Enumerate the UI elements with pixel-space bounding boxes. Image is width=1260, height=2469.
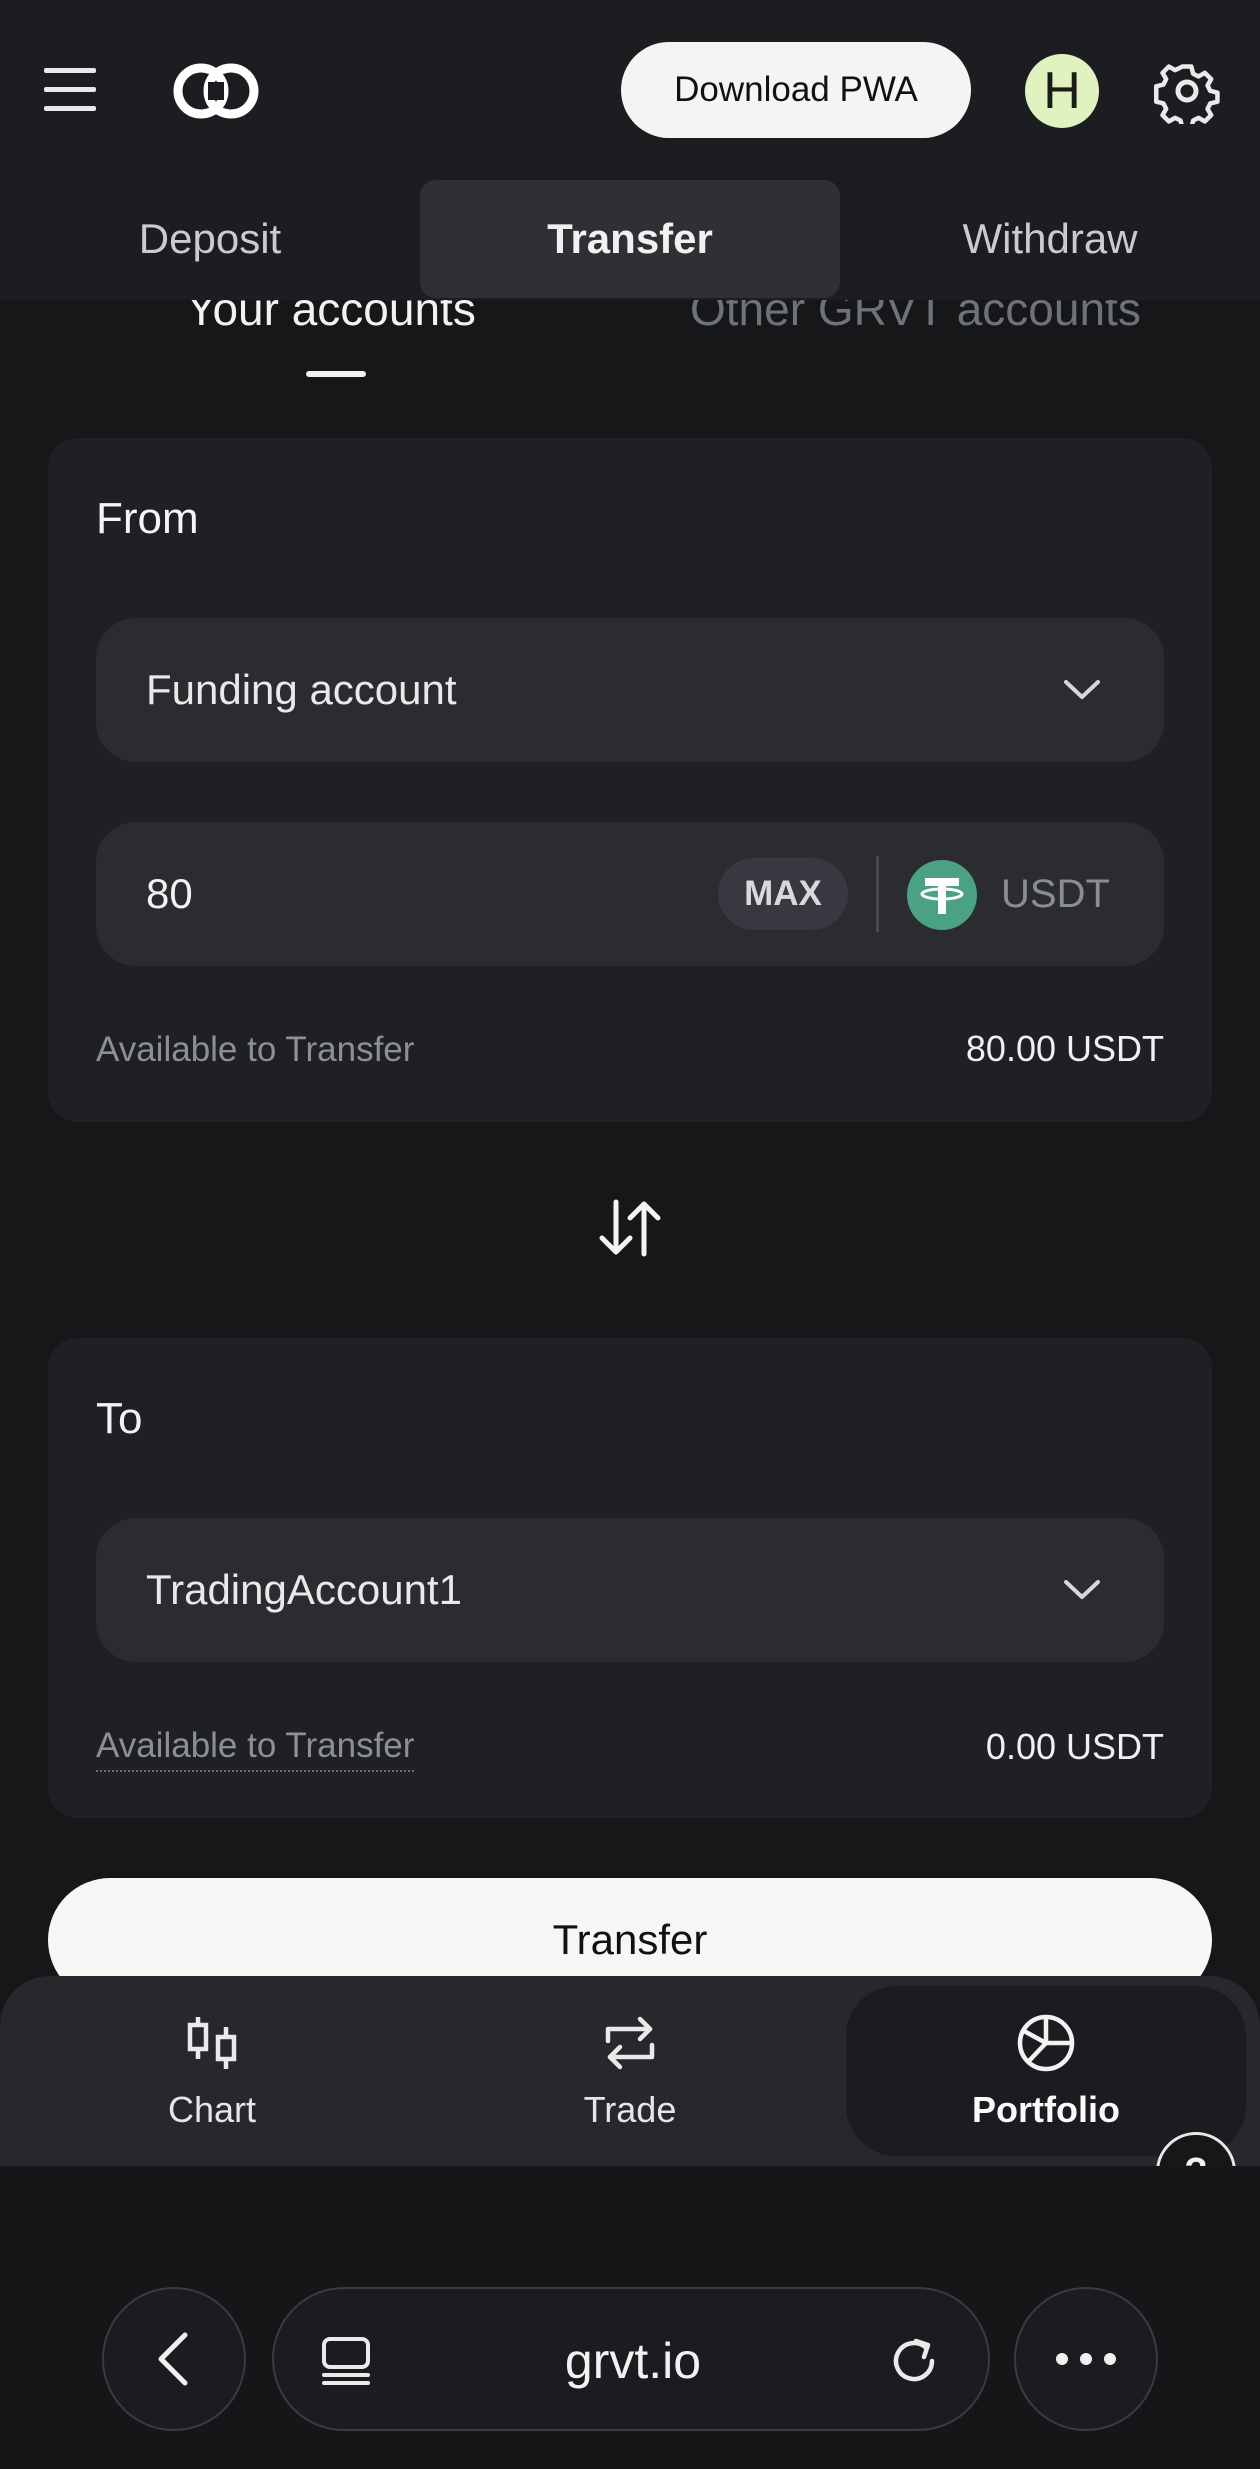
nav-label-chart: Chart [167, 2089, 257, 2130]
reload-icon[interactable] [886, 2331, 946, 2391]
url-text: grvt.io [564, 2333, 702, 2389]
divider [876, 856, 879, 932]
chevron-down-icon [1064, 680, 1100, 699]
from-available-label: Available to Transfer [96, 1030, 415, 1069]
hamburger-menu-icon[interactable] [40, 62, 100, 118]
address-bar[interactable]: grvt.io [272, 2287, 990, 2431]
more-dots-icon [1056, 2353, 1116, 2365]
nav-label-trade: Trade [583, 2089, 677, 2130]
from-card: From Funding account 80 MAX USDT Availab… [48, 438, 1212, 1122]
nav-item-chart[interactable]: Chart [12, 1986, 412, 2156]
tab-deposit[interactable]: Deposit [0, 180, 420, 298]
avatar[interactable]: H [1025, 54, 1099, 128]
subtab-active-indicator [306, 371, 366, 377]
app-header: Download PWA H Deposit Transfer Withdraw [0, 0, 1260, 300]
bottom-nav: Chart Trade Portfolio [0, 1976, 1260, 2166]
from-account-label: Funding account [146, 666, 457, 713]
to-account-select[interactable]: TradingAccount1 [96, 1518, 1164, 1662]
pie-chart-icon [1017, 2014, 1075, 2072]
repeat-icon [605, 2016, 655, 2070]
to-title: To [96, 1394, 143, 1443]
nav-item-portfolio[interactable]: Portfolio [846, 1986, 1246, 2156]
nav-label-portfolio: Portfolio [972, 2089, 1120, 2130]
to-card: To TradingAccount1 Available to Transfer… [48, 1338, 1212, 1818]
max-button[interactable]: MAX [718, 858, 848, 930]
nav-item-trade[interactable]: Trade [430, 1986, 830, 2156]
tab-transfer[interactable]: Transfer [420, 180, 840, 298]
tether-icon [907, 860, 977, 930]
grvt-logo-icon[interactable] [168, 58, 264, 124]
amount-input[interactable]: 80 [146, 822, 193, 966]
transfer-tabs: Deposit Transfer Withdraw [0, 180, 1260, 300]
tab-withdraw[interactable]: Withdraw [840, 180, 1260, 298]
currency-label: USDT [1001, 871, 1110, 916]
to-available-value: 0.00 USDT [985, 1726, 1164, 1767]
gear-icon[interactable] [1154, 58, 1220, 124]
candlestick-icon [187, 2017, 237, 2069]
from-account-select[interactable]: Funding account [96, 618, 1164, 762]
browser-more-button[interactable] [1014, 2287, 1158, 2431]
to-account-label: TradingAccount1 [146, 1566, 462, 1613]
from-available-value: 80.00 USDT [965, 1028, 1164, 1069]
from-title: From [96, 494, 199, 543]
chevron-down-icon [1064, 1580, 1100, 1599]
download-pwa-button[interactable]: Download PWA [621, 42, 971, 138]
browser-back-button[interactable] [102, 2287, 246, 2431]
amount-field[interactable]: 80 MAX USDT [96, 822, 1164, 966]
chevron-left-icon [158, 2332, 188, 2386]
to-available-label[interactable]: Available to Transfer [96, 1726, 415, 1772]
swap-arrows-icon[interactable] [596, 1196, 664, 1260]
